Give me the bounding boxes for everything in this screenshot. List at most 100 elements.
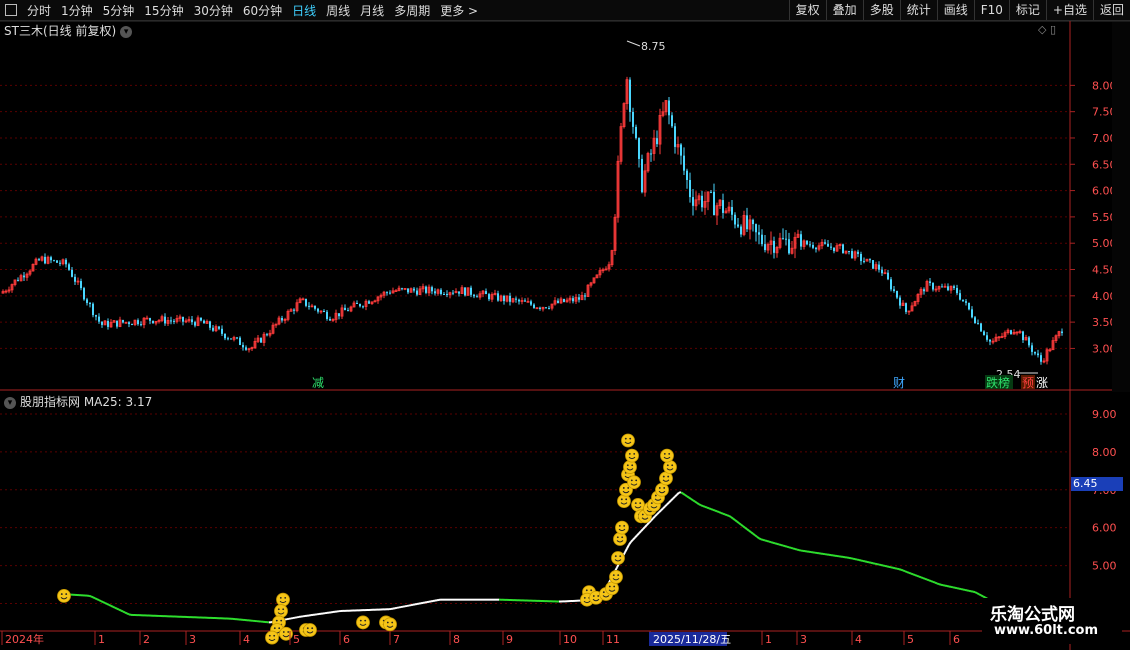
date-axis-label: 2	[143, 633, 150, 646]
ma-segment	[752, 532, 756, 537]
smiley-eye	[311, 627, 314, 630]
period-tab[interactable]: 周线	[326, 2, 350, 19]
chevron-down-icon[interactable]: ▾	[4, 396, 16, 409]
candle-body	[116, 320, 118, 327]
candle-body	[74, 276, 76, 282]
candle-body	[968, 302, 970, 310]
ma-segment	[100, 600, 104, 603]
ma-segment	[898, 568, 902, 571]
smiley-face	[613, 532, 627, 546]
candle-body	[359, 303, 361, 307]
panel-divider-icon[interactable]: ▯	[1050, 23, 1056, 36]
candle-body	[326, 311, 328, 319]
smiley-eye	[623, 524, 626, 527]
period-tab[interactable]: 1分钟	[61, 2, 93, 19]
candle-body	[386, 292, 388, 294]
period-tab[interactable]: 15分钟	[144, 2, 183, 19]
candle-body	[809, 244, 811, 246]
period-tab[interactable]: 月线	[360, 2, 384, 19]
date-axis-label: 10	[563, 633, 577, 646]
event-marker: 减	[312, 376, 324, 390]
toolbar-button[interactable]: 叠加	[825, 0, 863, 20]
candle-body	[872, 260, 874, 269]
candle-body	[785, 238, 787, 240]
ma-segment	[914, 574, 918, 577]
toolbar-button[interactable]: 多股	[862, 0, 900, 20]
candle-body	[929, 281, 931, 284]
toolbar-button[interactable]: 标记	[1008, 0, 1046, 20]
ma-segment	[690, 498, 694, 502]
ma-segment	[634, 534, 638, 539]
ma-segment	[908, 571, 912, 575]
toolbar-button[interactable]: 统计	[899, 0, 937, 20]
candle-body	[941, 286, 943, 288]
chart-canvas[interactable]: 8.007.507.006.506.005.505.004.504.003.50…	[0, 0, 1130, 650]
smiley-face	[611, 551, 625, 565]
candle-body	[452, 292, 454, 294]
smiley-eye	[583, 596, 586, 599]
ma-segment	[108, 603, 112, 607]
stock-title-text: ST三木(日线 前复权)	[4, 24, 117, 38]
candle-body	[857, 251, 859, 254]
smiley-eye	[626, 464, 629, 467]
watermark-line2: www.60lt.com	[994, 623, 1099, 638]
candle-body	[710, 191, 712, 193]
indicator-axis-label: 6.00	[1092, 522, 1117, 535]
candle-body	[266, 334, 268, 336]
candle-body	[434, 291, 436, 294]
watermark: 乐淘公式网 www.60lt.com	[982, 598, 1122, 644]
smiley-face	[274, 604, 288, 618]
diamond-icon[interactable]: ◇	[1038, 23, 1046, 36]
ma-segment	[768, 540, 772, 544]
smiley-eye	[278, 627, 281, 630]
candle-body	[368, 301, 370, 304]
smiley-eye	[60, 593, 63, 595]
candle-body	[773, 240, 775, 253]
ma-segment	[910, 572, 914, 576]
smiley-eye	[663, 487, 666, 489]
candle-body	[71, 269, 73, 277]
toolbar-button[interactable]: +自选	[1045, 0, 1093, 20]
toolbar-button[interactable]: 复权	[788, 0, 826, 20]
candle-body	[389, 292, 391, 294]
period-tab[interactable]: 60分钟	[243, 2, 282, 19]
candle-body	[413, 288, 415, 291]
period-tab[interactable]: 30分钟	[194, 2, 233, 19]
ma-segment	[118, 608, 122, 612]
ma-segment	[722, 512, 726, 516]
candle-body	[752, 219, 754, 225]
period-tab[interactable]: 多周期	[394, 2, 430, 19]
toolbar-button[interactable]: 返回	[1092, 0, 1130, 20]
smiley-eye	[641, 513, 644, 516]
toolbar-button[interactable]: 画线	[936, 0, 974, 20]
candle-body	[182, 316, 184, 322]
ma-segment	[96, 598, 100, 602]
smiley-eye	[273, 634, 276, 637]
candle-body	[638, 138, 640, 159]
smiley-eye	[585, 589, 588, 592]
ma-segment	[120, 609, 124, 613]
event-marker: 财	[893, 376, 905, 390]
period-tab[interactable]: 日线	[292, 2, 316, 19]
ma-segment	[682, 492, 686, 496]
ma-segment	[92, 596, 96, 600]
date-axis-label: 2025/11/28/五	[653, 633, 731, 646]
candle-body	[737, 224, 739, 227]
candle-body	[656, 138, 658, 145]
candle-body	[68, 264, 70, 270]
period-tab[interactable]: 更多 >	[440, 2, 478, 19]
candle-body	[893, 289, 895, 291]
event-marker: 涨	[1036, 375, 1048, 390]
candle-body	[44, 256, 46, 264]
layout-icon[interactable]	[5, 4, 17, 16]
toolbar-button[interactable]: F10	[973, 0, 1009, 20]
chevron-down-icon[interactable]: ▾	[120, 25, 133, 38]
smiley-eye	[654, 494, 657, 497]
ma-segment	[658, 509, 662, 514]
candle-body	[416, 290, 418, 295]
ma-segment	[676, 491, 680, 496]
period-tab[interactable]: 5分钟	[103, 2, 135, 19]
candle-body	[878, 264, 880, 270]
period-tab[interactable]: 分时	[27, 2, 51, 19]
date-axis-label: 2024年	[5, 632, 44, 646]
